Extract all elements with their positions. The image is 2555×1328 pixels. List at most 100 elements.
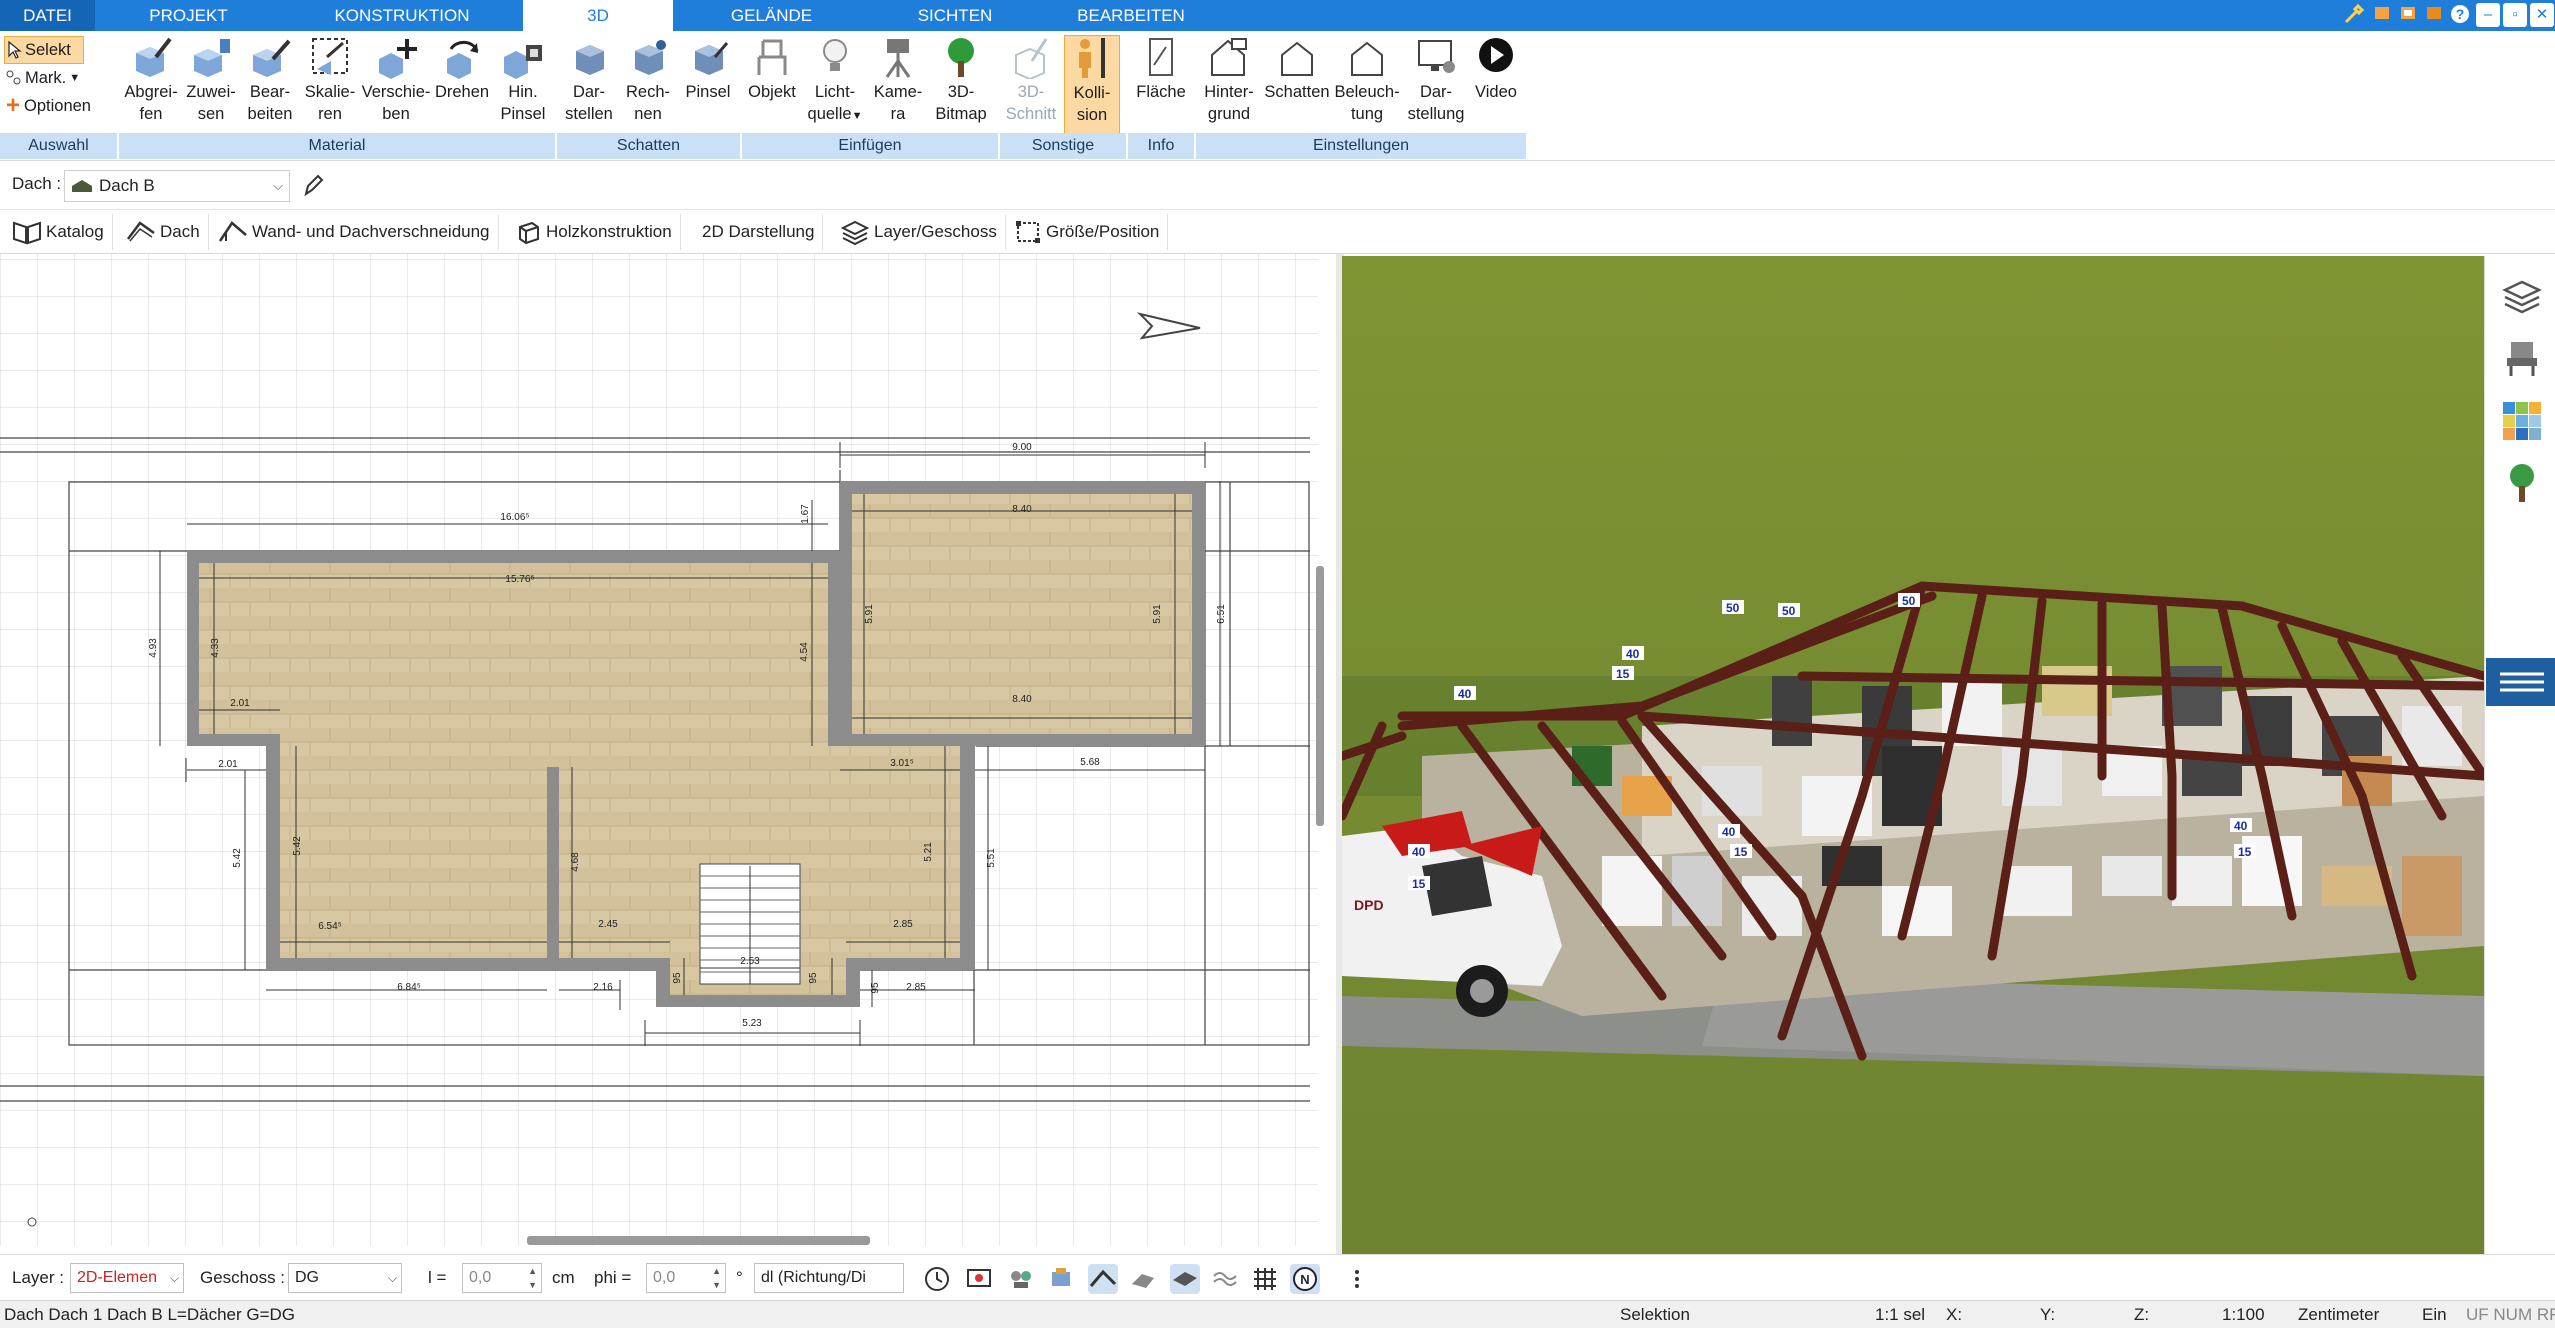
verschieben-button[interactable]: Verschie-ben bbox=[361, 35, 431, 125]
group-einstellungen: Hinter-grund Schatten Beleuch-tung Dar-s… bbox=[1196, 31, 1526, 161]
l-input[interactable]: 0,0 ▲ ▼ bbox=[462, 1263, 542, 1293]
floorplan-2d-view[interactable]: 9.00 16.06⁵ 15.76⁵ 8.40 8.40 6.54⁵ 2.45 … bbox=[0, 254, 1318, 1246]
wave-icon[interactable] bbox=[1210, 1264, 1240, 1294]
help-icon[interactable]: ? bbox=[2448, 3, 2472, 27]
plane-icon[interactable] bbox=[1170, 1264, 1200, 1294]
groesse-position-button[interactable]: Größe/Position bbox=[1006, 214, 1169, 250]
tab-bearbeiten[interactable]: BEARBEITEN bbox=[1041, 0, 1221, 31]
optionen-button[interactable]: + Optionen bbox=[6, 93, 91, 119]
3d-schnitt-button[interactable]: 3D- Schnitt bbox=[1002, 35, 1060, 125]
plan-vertical-scrollbar[interactable] bbox=[1316, 566, 1324, 826]
hatch-icon[interactable] bbox=[1128, 1264, 1158, 1294]
darstellung-button[interactable]: Dar-stellung bbox=[1402, 35, 1470, 125]
hintergrund-button[interactable]: Hinter-grund bbox=[1196, 35, 1262, 125]
status-z: Z: bbox=[2134, 1305, 2150, 1324]
btn-line2: nen bbox=[634, 105, 662, 123]
layer-geschoss-button[interactable]: Layer/Geschoss bbox=[832, 214, 1006, 250]
dach-button[interactable]: Dach bbox=[118, 214, 209, 250]
mark-button[interactable]: Mark. ▼ bbox=[6, 65, 80, 91]
layer-select[interactable]: 2D-Elemen ⌵ bbox=[70, 1263, 184, 1293]
roof-select[interactable]: Dach B ⌵ bbox=[64, 170, 290, 202]
dach-label: Dach bbox=[160, 222, 200, 241]
holzkonstruktion-button[interactable]: Holzkonstruktion bbox=[508, 214, 681, 250]
layers-panel-icon[interactable] bbox=[2499, 274, 2545, 320]
skalieren-button[interactable]: Skalie-ren bbox=[301, 35, 359, 125]
north-toggle-icon[interactable]: N bbox=[1290, 1264, 1320, 1294]
dim-text: 5.42 bbox=[292, 836, 303, 856]
marker-text: 15 bbox=[1412, 877, 1426, 891]
kamera-button[interactable]: Kame-ra bbox=[868, 35, 928, 125]
roof-toggle-icon[interactable] bbox=[1088, 1264, 1118, 1294]
window-icon-3[interactable] bbox=[2422, 3, 2446, 27]
btn-line1: Kolli- bbox=[1073, 84, 1111, 102]
geschoss-select[interactable]: DG ⌵ bbox=[288, 1263, 402, 1293]
verschneidung-button[interactable]: Wand- und Dachverschneidung bbox=[210, 214, 499, 250]
tab-sichten[interactable]: SICHTEN bbox=[870, 0, 1040, 31]
tab-datei[interactable]: DATEI bbox=[0, 0, 95, 31]
stepper-icon[interactable]: ▲ ▼ bbox=[712, 1264, 721, 1292]
selekt-button[interactable]: Selekt bbox=[4, 36, 84, 64]
minimize-icon[interactable]: – bbox=[2476, 3, 2500, 27]
abgreifen-button[interactable]: Abgrei-fen bbox=[123, 35, 179, 125]
tools-icon[interactable] bbox=[2342, 3, 2366, 27]
dim-text: 95 bbox=[870, 982, 881, 994]
stepper-icon[interactable]: ▲ ▼ bbox=[528, 1264, 537, 1292]
geschoss-value: DG bbox=[295, 1269, 319, 1286]
btn-line2: quelle bbox=[807, 105, 852, 123]
more-options-icon[interactable] bbox=[1342, 1264, 1372, 1294]
btn-line1: Skalie- bbox=[304, 83, 356, 101]
drehen-button[interactable]: Drehen bbox=[431, 35, 493, 103]
katalog-button[interactable]: Katalog bbox=[4, 214, 113, 250]
tab-projekt[interactable]: PROJEKT bbox=[96, 0, 281, 31]
screen-view-icon[interactable] bbox=[964, 1264, 994, 1294]
katalog-label: Katalog bbox=[46, 222, 104, 241]
hin-pinsel-button[interactable]: Hin. Pinsel bbox=[495, 35, 551, 125]
phi-input[interactable]: 0,0 ▲ ▼ bbox=[646, 1263, 726, 1293]
furniture-toggle-icon[interactable] bbox=[1046, 1264, 1076, 1294]
schatten-darstellen-button[interactable]: Dar-stellen bbox=[559, 35, 619, 125]
grid-icon[interactable] bbox=[1250, 1264, 1280, 1294]
objekt-button[interactable]: Objekt bbox=[742, 35, 802, 103]
2d-darstellung-button[interactable]: 2D Darstellung bbox=[694, 214, 824, 250]
close-icon[interactable]: ✕ bbox=[2530, 3, 2554, 27]
lichtquelle-button[interactable]: Licht-quelle▼ bbox=[804, 35, 866, 127]
3d-bitmap-button[interactable]: 3D- Bitmap bbox=[930, 35, 992, 125]
window-icon-1[interactable] bbox=[2370, 3, 2394, 27]
direction-select[interactable]: dl (Richtung/Di bbox=[754, 1263, 904, 1293]
panel-toggle-button[interactable] bbox=[2486, 658, 2555, 706]
restore-icon[interactable]: ▫ bbox=[2503, 3, 2527, 27]
shadow-display-icon bbox=[576, 45, 604, 75]
status-ein: Ein bbox=[2422, 1305, 2447, 1324]
plan-horizontal-scrollbar[interactable] bbox=[527, 1236, 870, 1245]
dim-text: 8.40 bbox=[1012, 504, 1032, 515]
materials-panel-icon[interactable] bbox=[2499, 398, 2545, 444]
furniture-panel-icon[interactable] bbox=[2499, 336, 2545, 382]
context-toolbar: Katalog Dach Wand- und Dachverschneidung… bbox=[0, 210, 2555, 254]
beleuchtung-button[interactable]: Beleuch-tung bbox=[1332, 35, 1402, 125]
plants-panel-icon[interactable] bbox=[2499, 460, 2545, 506]
edit-pencil-icon[interactable] bbox=[298, 172, 328, 202]
tab-gelaende[interactable]: GELÄNDE bbox=[674, 0, 869, 31]
dim-text: 2.16 bbox=[593, 982, 613, 993]
tab-3d[interactable]: 3D bbox=[523, 0, 673, 32]
bearbeiten-button[interactable]: Bear-beiten bbox=[241, 35, 299, 125]
marker-text: 40 bbox=[2234, 819, 2248, 833]
tab-konstruktion[interactable]: KONSTRUKTION bbox=[282, 0, 522, 31]
schatten-pinsel-button[interactable]: Pinsel bbox=[679, 35, 737, 103]
objects-icon[interactable] bbox=[1006, 1264, 1036, 1294]
einst-schatten-button[interactable]: Schatten bbox=[1262, 35, 1332, 103]
l-label: l = bbox=[428, 1268, 447, 1287]
roof-item-icon bbox=[72, 180, 92, 192]
btn-line2: grund bbox=[1207, 105, 1251, 123]
kollision-button[interactable]: Kolli-sion bbox=[1064, 35, 1120, 135]
zuweisen-button[interactable]: Zuwei-sen bbox=[183, 35, 239, 125]
selekt-label: Selekt bbox=[25, 41, 71, 59]
floorplan-canvas: 9.00 16.06⁵ 15.76⁵ 8.40 8.40 6.54⁵ 2.45 … bbox=[0, 254, 1318, 1246]
video-button[interactable]: Video bbox=[1470, 35, 1522, 103]
window-icon-2[interactable] bbox=[2396, 3, 2420, 27]
flaeche-button[interactable]: Fläche bbox=[1130, 35, 1192, 103]
schatten-rechnen-button[interactable]: Rech-nen bbox=[619, 35, 677, 125]
group-info: Fläche Info bbox=[1128, 31, 1194, 161]
3d-view[interactable]: DPD 50 50 50 40 15 40 40 15 40 15 40 15 bbox=[1342, 256, 2484, 1254]
clock-icon[interactable] bbox=[922, 1264, 952, 1294]
